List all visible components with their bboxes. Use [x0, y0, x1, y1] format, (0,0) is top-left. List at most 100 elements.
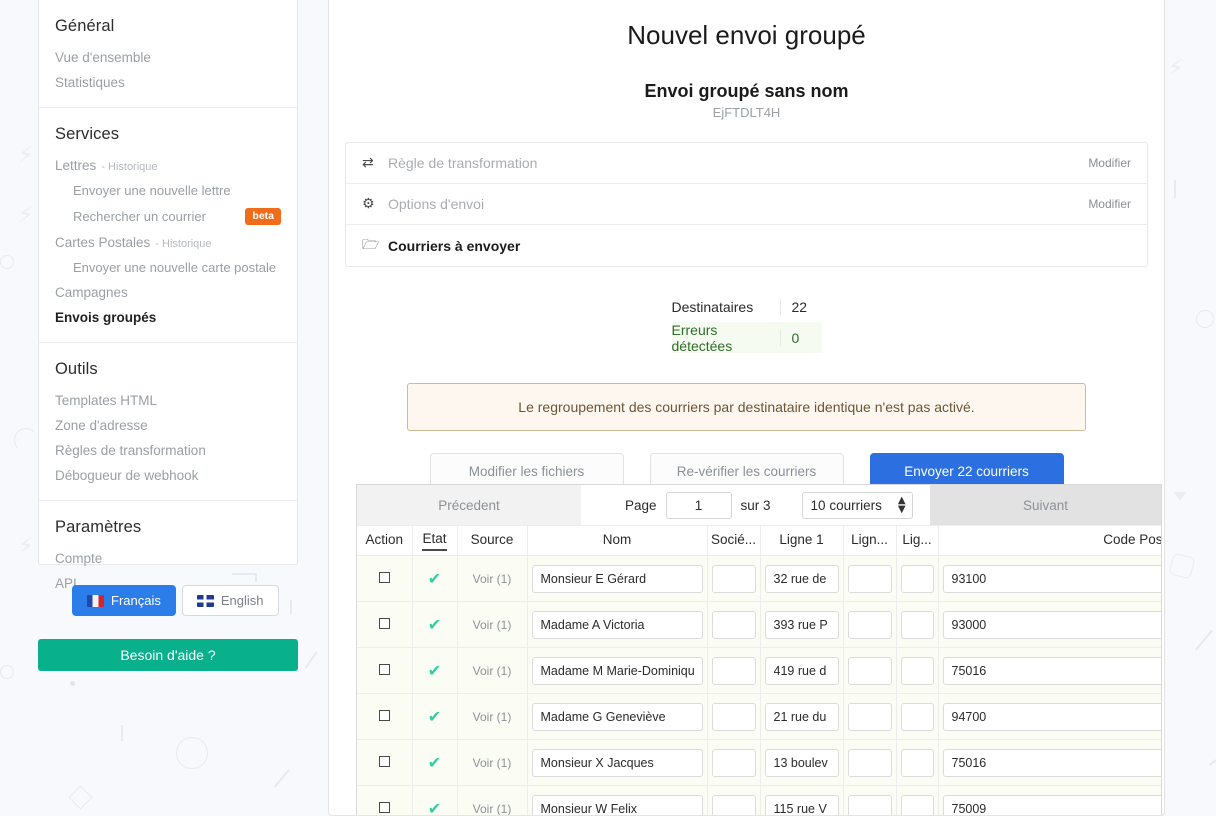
- accordion-edit-link[interactable]: Modifier: [1088, 156, 1131, 170]
- row-address-line1-input[interactable]: [764, 610, 839, 639]
- view-source-link[interactable]: Voir (1): [473, 710, 512, 724]
- row-company-input[interactable]: [711, 702, 756, 731]
- view-source-link[interactable]: Voir (1): [473, 756, 512, 770]
- table-column-header[interactable]: Ligne 1: [760, 525, 844, 556]
- row-address-line1-input[interactable]: [764, 564, 839, 593]
- table-column-header[interactable]: Socié...: [707, 525, 761, 556]
- table-column-header[interactable]: Lig...: [896, 525, 939, 556]
- sidebar-item-cartes-postales[interactable]: Cartes Postales - Historique: [39, 230, 297, 255]
- sidebar-item-envois-group-s[interactable]: Envois groupés: [39, 305, 297, 330]
- row-address-line1-input[interactable]: [764, 656, 839, 685]
- row-source-cell: Voir (1): [457, 601, 528, 648]
- row-checkbox[interactable]: [378, 755, 390, 767]
- row-address-line2-input[interactable]: [847, 794, 892, 815]
- page-number-input[interactable]: [665, 491, 732, 519]
- row-address-line2-input[interactable]: [847, 748, 892, 777]
- row-checkbox[interactable]: [378, 801, 390, 813]
- sidebar-item-statistiques[interactable]: Statistiques: [39, 70, 297, 95]
- row-postal-code-input[interactable]: [942, 564, 1161, 593]
- row-postal-code-input[interactable]: [942, 748, 1161, 777]
- row-address-line3-input[interactable]: [900, 656, 934, 685]
- row-postal-code-input[interactable]: [942, 794, 1161, 815]
- row-name-input[interactable]: [531, 610, 703, 639]
- accordion: ⇄ Règle de transformation Modifier ⚙ Options…: [345, 142, 1148, 267]
- row-checkbox[interactable]: [378, 709, 390, 721]
- row-address-line2-input[interactable]: [847, 564, 892, 593]
- row-checkbox[interactable]: [378, 617, 390, 629]
- sidebar-item-r-gles-de-transformation[interactable]: Règles de transformation: [39, 438, 297, 463]
- row-address-line3-input[interactable]: [900, 564, 934, 593]
- sidebar-item-label: Envoyer une nouvelle carte postale: [73, 260, 277, 276]
- sidebar-item-lettres[interactable]: Lettres - Historique: [39, 153, 297, 178]
- per-page-select[interactable]: 10 courriers25 courriers50 courriers100 …: [801, 491, 913, 519]
- row-name-input[interactable]: [531, 748, 703, 777]
- row-address-line1-input[interactable]: [764, 702, 839, 731]
- row-name-input[interactable]: [531, 794, 703, 815]
- accordion-edit-link[interactable]: Modifier: [1088, 197, 1131, 211]
- sidebar: Général Vue d'ensemble Statistiques Service…: [38, 0, 298, 591]
- next-page-button[interactable]: Suivant: [930, 485, 1161, 525]
- row-company-input[interactable]: [711, 610, 756, 639]
- sidebar-item-history-link[interactable]: - Historique: [155, 238, 211, 250]
- view-source-link[interactable]: Voir (1): [473, 572, 512, 586]
- row-address-line2-input[interactable]: [847, 656, 892, 685]
- row-address-line3-input[interactable]: [900, 702, 934, 731]
- table-column-header[interactable]: Code Postal: [938, 525, 1161, 556]
- table-column-header[interactable]: Source: [457, 525, 528, 556]
- row-company-input[interactable]: [711, 794, 756, 815]
- view-source-link[interactable]: Voir (1): [473, 618, 512, 632]
- row-postal-code-input[interactable]: [942, 702, 1161, 731]
- table-column-header[interactable]: Lign...: [843, 525, 897, 556]
- table-column-header[interactable]: Action: [357, 525, 413, 556]
- table-column-label: Ligne 1: [779, 531, 824, 547]
- sidebar-item-d-bogueur-de-webhook[interactable]: Débogueur de webhook: [39, 463, 297, 488]
- accordion-row-cogs[interactable]: ⚙ Options d'envoi Modifier: [346, 184, 1147, 225]
- row-address-line1-input[interactable]: [764, 748, 839, 777]
- row-checkbox[interactable]: [378, 663, 390, 675]
- folder-open-icon: 🗁: [362, 236, 380, 253]
- language-button-french[interactable]: Français: [72, 585, 176, 616]
- row-name-input[interactable]: [531, 702, 703, 731]
- language-button-english[interactable]: English: [181, 585, 279, 616]
- table-row: ✔ Voir (1): [357, 647, 1161, 694]
- table-column-header[interactable]: Etat: [412, 525, 458, 556]
- sidebar-item-envoyer-une-nouvelle-carte-postale[interactable]: Envoyer une nouvelle carte postale: [39, 255, 297, 280]
- row-company-input[interactable]: [711, 656, 756, 685]
- sidebar-item-zone-d-adresse[interactable]: Zone d'adresse: [39, 413, 297, 438]
- sidebar-item-text: Cartes Postales - Historique: [55, 235, 212, 250]
- row-cell: [760, 647, 844, 694]
- accordion-row-folder-open[interactable]: 🗁 Courriers à envoyer: [346, 225, 1147, 266]
- previous-page-button[interactable]: Précedent: [357, 485, 581, 525]
- row-company-input[interactable]: [711, 748, 756, 777]
- sidebar-item-vue-d-ensemble[interactable]: Vue d'ensemble: [39, 45, 297, 70]
- row-company-input[interactable]: [711, 564, 756, 593]
- row-address-line3-input[interactable]: [900, 794, 934, 815]
- sidebar-item-rechercher-un-courrier[interactable]: Rechercher un courrier beta: [39, 203, 297, 230]
- accordion-row-exchange[interactable]: ⇄ Règle de transformation Modifier: [346, 143, 1147, 184]
- table-column-header[interactable]: Nom: [527, 525, 708, 556]
- view-source-link[interactable]: Voir (1): [473, 664, 512, 678]
- sidebar-item-campagnes[interactable]: Campagnes: [39, 280, 297, 305]
- row-address-line1-input[interactable]: [764, 794, 839, 815]
- row-address-line2-input[interactable]: [847, 610, 892, 639]
- row-cell: [527, 601, 708, 648]
- line-shape: [121, 725, 123, 741]
- line-shape: [1174, 180, 1176, 198]
- pagination-bar: Précedent Page sur 3 10 courriers25 cour…: [357, 485, 1161, 525]
- row-name-input[interactable]: [531, 564, 703, 593]
- sidebar-item-templates-html[interactable]: Templates HTML: [39, 388, 297, 413]
- per-page-select-wrapper: 10 courriers25 courriers50 courriers100 …: [780, 491, 913, 519]
- row-checkbox[interactable]: [378, 571, 390, 583]
- sidebar-item-envoyer-une-nouvelle-lettre[interactable]: Envoyer une nouvelle lettre: [39, 178, 297, 203]
- row-postal-code-input[interactable]: [942, 656, 1161, 685]
- help-button[interactable]: Besoin d'aide ?: [38, 639, 298, 671]
- sidebar-item-compte[interactable]: Compte: [39, 546, 297, 571]
- sidebar-item-history-link[interactable]: - Historique: [101, 161, 157, 173]
- row-address-line3-input[interactable]: [900, 748, 934, 777]
- row-name-input[interactable]: [531, 656, 703, 685]
- view-source-link[interactable]: Voir (1): [473, 802, 512, 815]
- row-address-line2-input[interactable]: [847, 702, 892, 731]
- table-row: ✔ Voir (1): [357, 601, 1161, 648]
- row-postal-code-input[interactable]: [942, 610, 1161, 639]
- row-address-line3-input[interactable]: [900, 610, 934, 639]
